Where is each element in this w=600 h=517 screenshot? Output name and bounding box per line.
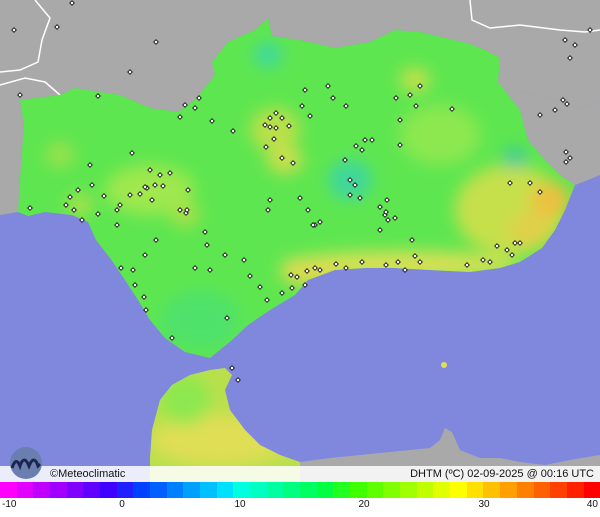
scale-cell — [83, 482, 101, 498]
scale-cell — [133, 482, 151, 498]
scale-cell — [550, 482, 567, 498]
scale-cell — [333, 482, 351, 498]
scale-cell — [150, 482, 167, 498]
credit-label: ©Meteoclimatic — [50, 468, 126, 480]
scale-tick-label: 20 — [358, 499, 370, 510]
scale-cell — [400, 482, 417, 498]
scale-tick-label: 30 — [478, 499, 490, 510]
scale-cell — [316, 482, 334, 498]
scale-cell — [383, 482, 401, 498]
scale-cell — [583, 482, 600, 498]
scale-cell — [166, 482, 184, 498]
scale-tick-label: -10 — [2, 499, 17, 510]
scale-cell — [233, 482, 251, 498]
meteoclimatic-logo — [10, 447, 42, 479]
scale-cell — [266, 482, 284, 498]
scale-cell — [500, 482, 517, 498]
scale-tick-label: 10 — [234, 499, 246, 510]
scale-cell — [216, 482, 234, 498]
map-caption: DHTM (ºC) 02-09-2025 @ 00:16 UTC — [410, 468, 594, 480]
scale-cell — [483, 482, 501, 498]
scale-cell — [366, 482, 384, 498]
scale-cell — [416, 482, 434, 498]
scale-cell — [116, 482, 134, 498]
scale-cell — [250, 482, 267, 498]
scale-tick-label: 40 — [586, 499, 598, 510]
scale-cell — [283, 482, 301, 498]
color-scale — [0, 482, 600, 498]
scale-cell — [350, 482, 367, 498]
scale-cell — [433, 482, 451, 498]
scale-cell — [0, 482, 17, 498]
scale-cell — [16, 482, 34, 498]
scale-cell — [66, 482, 84, 498]
temperature-map — [0, 0, 600, 482]
scale-cell — [183, 482, 201, 498]
scale-cell — [300, 482, 317, 498]
scale-cell — [466, 482, 484, 498]
scale-tick-label: 0 — [119, 499, 125, 510]
scale-cell — [533, 482, 551, 498]
scale-cell — [200, 482, 217, 498]
scale-ticks: -10 0 10 20 30 40 — [0, 498, 600, 517]
scale-cell — [566, 482, 584, 498]
alboran-island — [441, 362, 447, 368]
scale-cell — [33, 482, 51, 498]
scale-cell — [50, 482, 67, 498]
scale-cell — [450, 482, 467, 498]
scale-cell — [516, 482, 534, 498]
scale-cell — [100, 482, 117, 498]
